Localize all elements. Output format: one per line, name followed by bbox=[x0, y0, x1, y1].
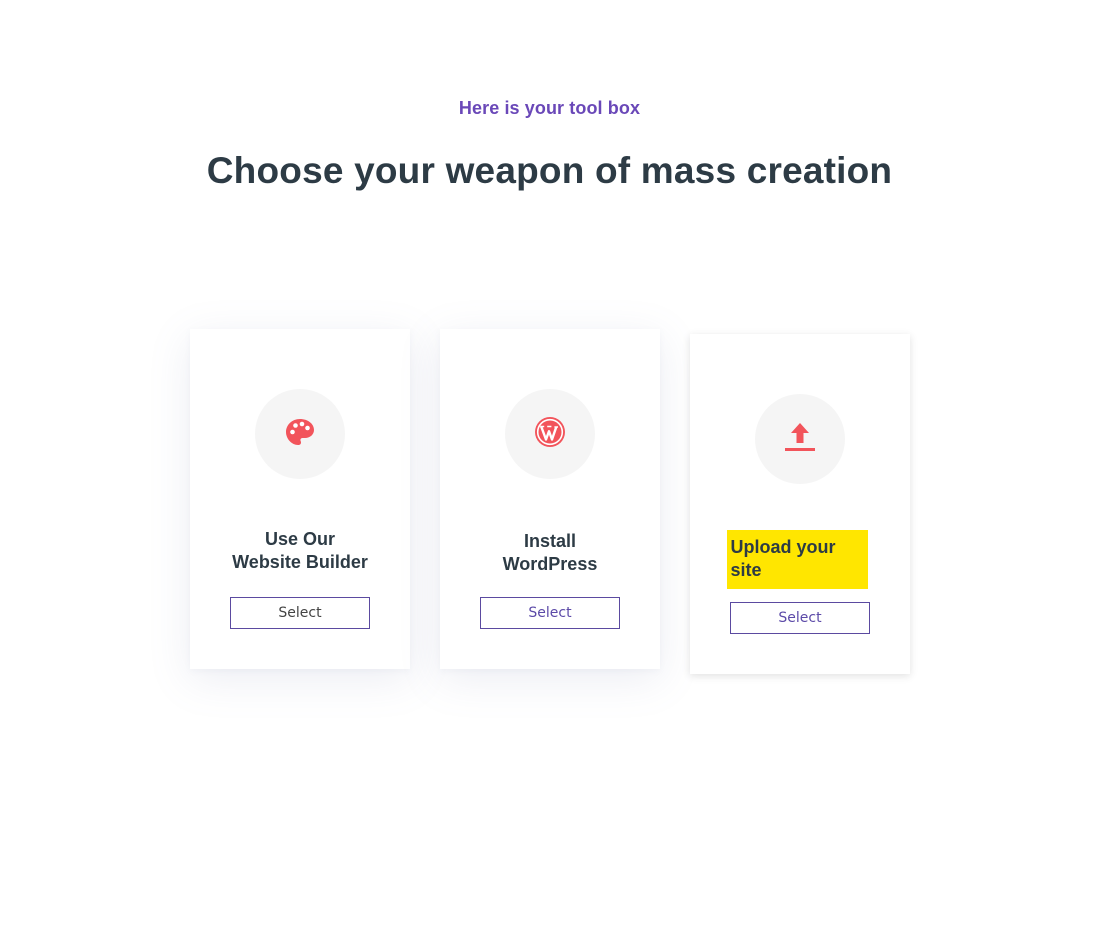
card-upload-site: Upload your site Select bbox=[690, 334, 910, 674]
select-website-builder-button[interactable]: Select bbox=[230, 597, 370, 629]
card-wordpress: Install WordPress Select bbox=[440, 329, 660, 669]
card-title: Install WordPress bbox=[440, 530, 660, 576]
select-upload-site-button[interactable]: Select bbox=[730, 602, 870, 634]
card-title-line: Website Builder bbox=[232, 552, 368, 572]
page: Here is your tool box Choose your weapon… bbox=[0, 0, 1099, 933]
select-wordpress-button[interactable]: Select bbox=[480, 597, 620, 629]
card-title-line: WordPress bbox=[502, 554, 598, 574]
page-title: Choose your weapon of mass creation bbox=[206, 150, 893, 191]
icon-circle bbox=[755, 394, 845, 484]
palette-icon bbox=[285, 418, 315, 451]
card-title: Use Our Website Builder bbox=[190, 528, 410, 574]
highlighted-card-title: Upload your site bbox=[726, 530, 868, 589]
upload-icon bbox=[784, 421, 816, 458]
card-title: Upload your site bbox=[690, 530, 910, 589]
icon-circle bbox=[255, 389, 345, 479]
section-eyebrow: Here is your tool box bbox=[458, 98, 641, 118]
card-title-line: Install bbox=[523, 531, 576, 551]
wordpress-icon bbox=[534, 416, 566, 453]
card-title-line: Use Our bbox=[264, 529, 336, 549]
icon-circle bbox=[505, 389, 595, 479]
card-website-builder: Use Our Website Builder Select bbox=[190, 329, 410, 669]
